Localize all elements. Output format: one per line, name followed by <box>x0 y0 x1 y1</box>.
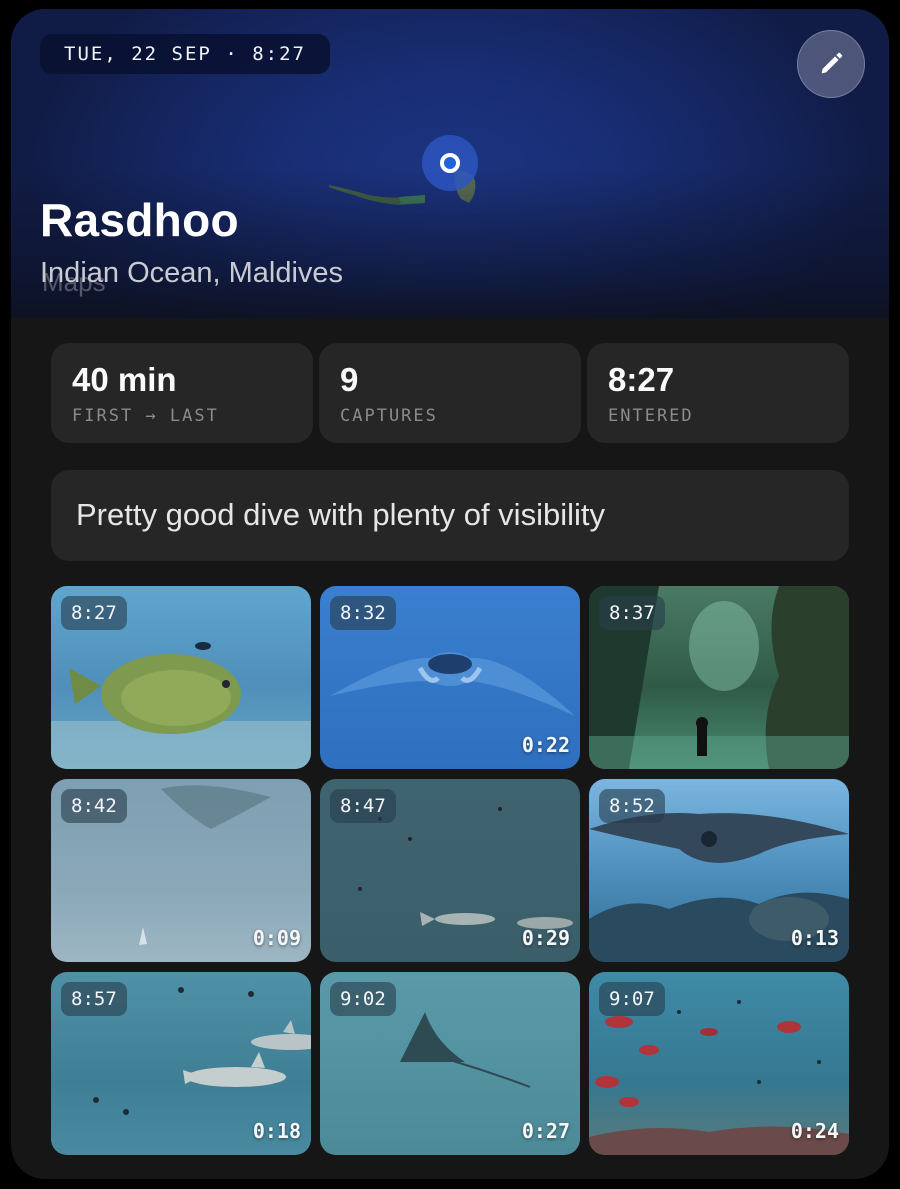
stat-duration: 40 min FIRST → LAST <box>51 343 313 443</box>
pin-dot <box>440 153 460 173</box>
capture-tile[interactable]: 8:47 0:29 <box>320 779 580 962</box>
capture-duration: 0:29 <box>521 926 570 950</box>
capture-time: 8:42 <box>61 789 127 823</box>
capture-time: 9:02 <box>330 982 396 1016</box>
stat-label: CAPTURES <box>340 406 438 426</box>
capture-duration: 0:13 <box>790 926 839 950</box>
capture-tile[interactable]: 9:02 0:27 <box>320 972 580 1155</box>
capture-time: 8:32 <box>330 596 396 630</box>
date-chip: TUE, 22 SEP · 8:27 <box>40 34 330 74</box>
note-text: Pretty good dive with plenty of visibili… <box>76 497 605 532</box>
capture-tile[interactable]: 8:27 <box>51 586 311 769</box>
capture-duration: 0:27 <box>521 1119 570 1143</box>
map-header[interactable]: TUE, 22 SEP · 8:27 Maps Rasdhoo Indian O… <box>11 9 889 318</box>
capture-tile[interactable]: 8:37 <box>589 586 849 769</box>
capture-duration: 0:22 <box>521 733 570 757</box>
capture-time: 8:37 <box>599 596 665 630</box>
stat-value: 9 <box>340 361 359 398</box>
location-pin-icon <box>422 135 478 191</box>
edit-button[interactable] <box>797 30 865 98</box>
capture-tile[interactable]: 8:57 0:18 <box>51 972 311 1155</box>
place-title: Rasdhoo <box>40 194 239 246</box>
capture-duration: 0:18 <box>252 1119 301 1143</box>
capture-duration: 0:24 <box>790 1119 839 1143</box>
capture-time: 8:27 <box>61 596 127 630</box>
stat-value: 40 min <box>72 361 177 398</box>
stat-value: 8:27 <box>608 361 675 398</box>
stat-entered: 8:27 ENTERED <box>587 343 849 443</box>
capture-time: 8:47 <box>330 789 396 823</box>
capture-tile[interactable]: 8:32 0:22 <box>320 586 580 769</box>
capture-time: 8:57 <box>61 982 127 1016</box>
dive-note[interactable]: Pretty good dive with plenty of visibili… <box>51 470 849 561</box>
stat-captures: 9 CAPTURES <box>319 343 581 443</box>
capture-tile[interactable]: 8:52 0:13 <box>589 779 849 962</box>
capture-time: 8:52 <box>599 789 665 823</box>
capture-tile[interactable]: 9:07 0:24 <box>589 972 849 1155</box>
capture-tile[interactable]: 8:42 0:09 <box>51 779 311 962</box>
pencil-icon <box>821 52 843 74</box>
capture-duration: 0:09 <box>252 926 301 950</box>
place-subtitle: Indian Ocean, Maldives <box>40 257 344 289</box>
dive-card: TUE, 22 SEP · 8:27 Maps Rasdhoo Indian O… <box>11 9 889 1179</box>
capture-time: 9:07 <box>599 982 665 1016</box>
stat-label: FIRST → LAST <box>72 406 219 426</box>
stat-label: ENTERED <box>608 406 694 426</box>
